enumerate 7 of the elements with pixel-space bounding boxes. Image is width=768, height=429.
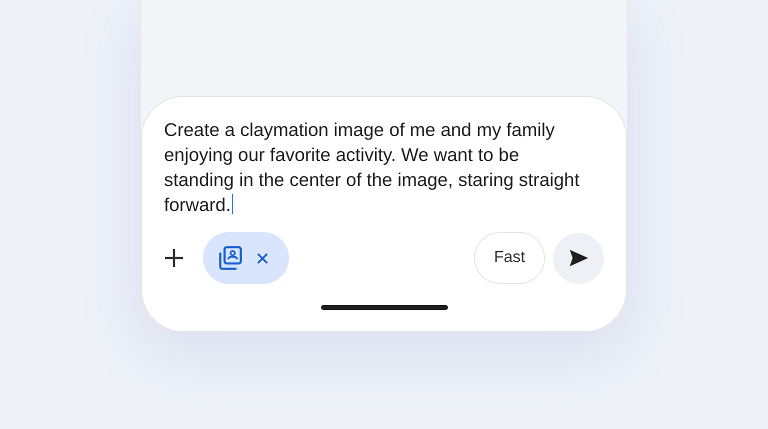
add-icon[interactable] [164,248,184,268]
attachment-chip[interactable] [203,232,289,284]
image-stack-icon [217,245,243,271]
close-icon[interactable] [257,252,268,264]
mode-button[interactable]: Fast [474,232,545,284]
send-icon [568,247,590,269]
prompt-input[interactable]: Create a claymation image of me and my family enjoying our favorite activity. We want to be standing in the center of the image, staring straight forward. [164,117,584,219]
